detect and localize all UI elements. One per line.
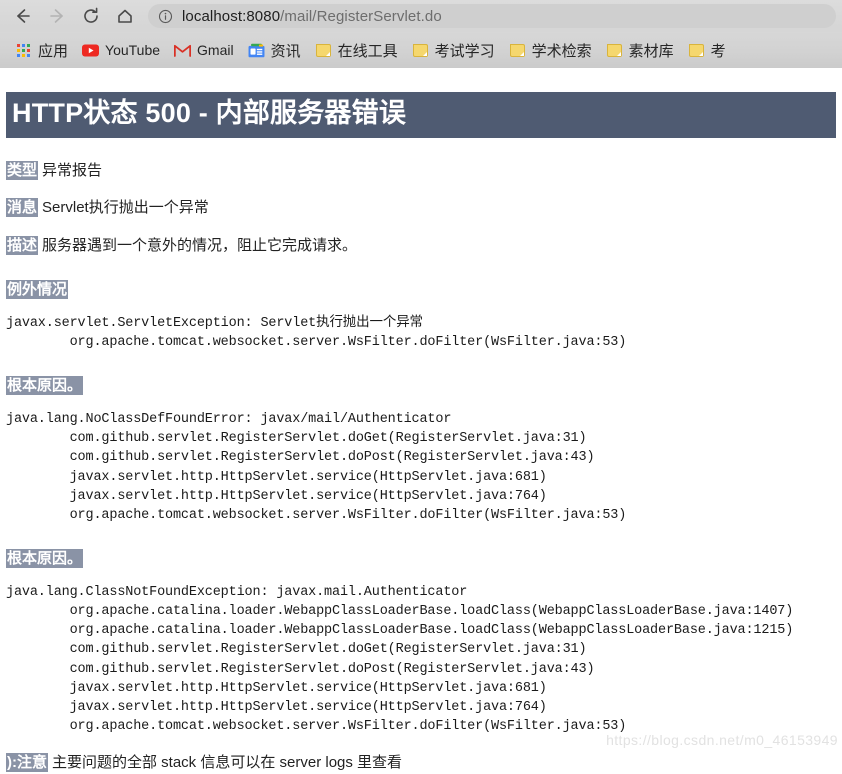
back-arrow-icon (13, 6, 33, 26)
folder-icon (412, 42, 429, 59)
error-detail: 类型异常报告 消息Servlet执行抛出一个异常 描述服务器遇到一个意外的情况，… (6, 138, 836, 774)
youtube-icon (82, 42, 99, 59)
detail-row-description: 描述服务器遇到一个意外的情况，阻止它完成请求。 (6, 236, 836, 256)
bookmark-label: 学术检索 (532, 40, 592, 61)
bookmark-gmail[interactable]: Gmail (167, 40, 241, 61)
gmail-icon (174, 42, 191, 59)
detail-row-message: 消息Servlet执行抛出一个异常 (6, 198, 836, 218)
bookmark-label: 资讯 (271, 40, 301, 61)
browser-chrome: localhost:8080/mail/RegisterServlet.do 应… (0, 0, 842, 68)
detail-value: 服务器遇到一个意外的情况，阻止它完成请求。 (42, 237, 357, 254)
exception-stack-trace: javax.servlet.ServletException: Servlet执… (6, 314, 836, 352)
bookmark-label: 素材库 (629, 40, 674, 61)
note-text: 主要问题的全部 stack 信息可以在 server logs 里查看 (52, 754, 402, 771)
folder-icon (509, 42, 526, 59)
forward-button (40, 1, 74, 31)
detail-label: 描述 (6, 236, 38, 255)
bookmark-folder-exam-study[interactable]: 考试学习 (405, 38, 502, 63)
bookmark-label: 应用 (38, 40, 68, 61)
back-button[interactable] (6, 1, 40, 31)
folder-icon (606, 42, 623, 59)
detail-row-type: 类型异常报告 (6, 161, 836, 181)
bookmark-label: 考 (711, 40, 726, 61)
browser-toolbar: localhost:8080/mail/RegisterServlet.do (0, 0, 842, 32)
bookmark-news[interactable]: 资讯 (241, 38, 308, 63)
page-info-icon[interactable] (158, 9, 173, 24)
detail-value: 异常报告 (42, 162, 102, 179)
bookmark-folder-overflow[interactable]: 考 (681, 38, 733, 63)
section-label: 根本原因。 (6, 549, 83, 568)
exception-heading: 例外情况 (6, 278, 836, 299)
reload-button[interactable] (74, 1, 108, 31)
bookmark-folder-academic-search[interactable]: 学术检索 (502, 38, 599, 63)
bookmark-folder-online-tools[interactable]: 在线工具 (308, 38, 405, 63)
root-cause-2-heading: 根本原因。 (6, 547, 836, 568)
url-text: localhost:8080/mail/RegisterServlet.do (182, 8, 442, 25)
info-circle-icon (158, 9, 173, 24)
detail-value: Servlet执行抛出一个异常 (42, 199, 209, 216)
root-cause-1-heading: 根本原因。 (6, 374, 836, 395)
folder-icon (688, 42, 705, 59)
url-host: localhost:8080 (182, 8, 280, 25)
bookmark-label: 考试学习 (435, 40, 495, 61)
home-icon (115, 6, 135, 26)
bookmark-label: Gmail (197, 42, 234, 58)
bookmark-folder-assets[interactable]: 素材库 (599, 38, 681, 63)
page-title: HTTP状态 500 - 内部服务器错误 (6, 92, 836, 138)
note-label: ):注意 (6, 753, 48, 772)
address-bar[interactable]: localhost:8080/mail/RegisterServlet.do (148, 4, 836, 28)
bookmark-apps[interactable]: 应用 (8, 38, 75, 63)
root-cause-1-stack-trace: java.lang.NoClassDefFoundError: javax/ma… (6, 410, 836, 525)
error-page: HTTP状态 500 - 内部服务器错误 类型异常报告 消息Servlet执行抛… (0, 68, 842, 774)
bookmarks-bar: 应用 YouTube Gmail (0, 32, 842, 68)
note-row: ):注意主要问题的全部 stack 信息可以在 server logs 里查看 (6, 753, 836, 773)
section-label: 根本原因。 (6, 376, 83, 395)
forward-arrow-icon (47, 6, 67, 26)
detail-label: 类型 (6, 161, 38, 180)
bookmark-youtube[interactable]: YouTube (75, 40, 167, 61)
home-button[interactable] (108, 1, 142, 31)
detail-label: 消息 (6, 198, 38, 217)
root-cause-2-stack-trace: java.lang.ClassNotFoundException: javax.… (6, 583, 836, 736)
bookmark-label: 在线工具 (338, 40, 398, 61)
apps-grid-icon (15, 42, 32, 59)
folder-icon (315, 42, 332, 59)
bookmark-label: YouTube (105, 42, 160, 58)
google-news-icon (248, 42, 265, 59)
section-label: 例外情况 (6, 280, 68, 299)
reload-icon (81, 6, 101, 26)
url-path: /mail/RegisterServlet.do (280, 8, 442, 25)
